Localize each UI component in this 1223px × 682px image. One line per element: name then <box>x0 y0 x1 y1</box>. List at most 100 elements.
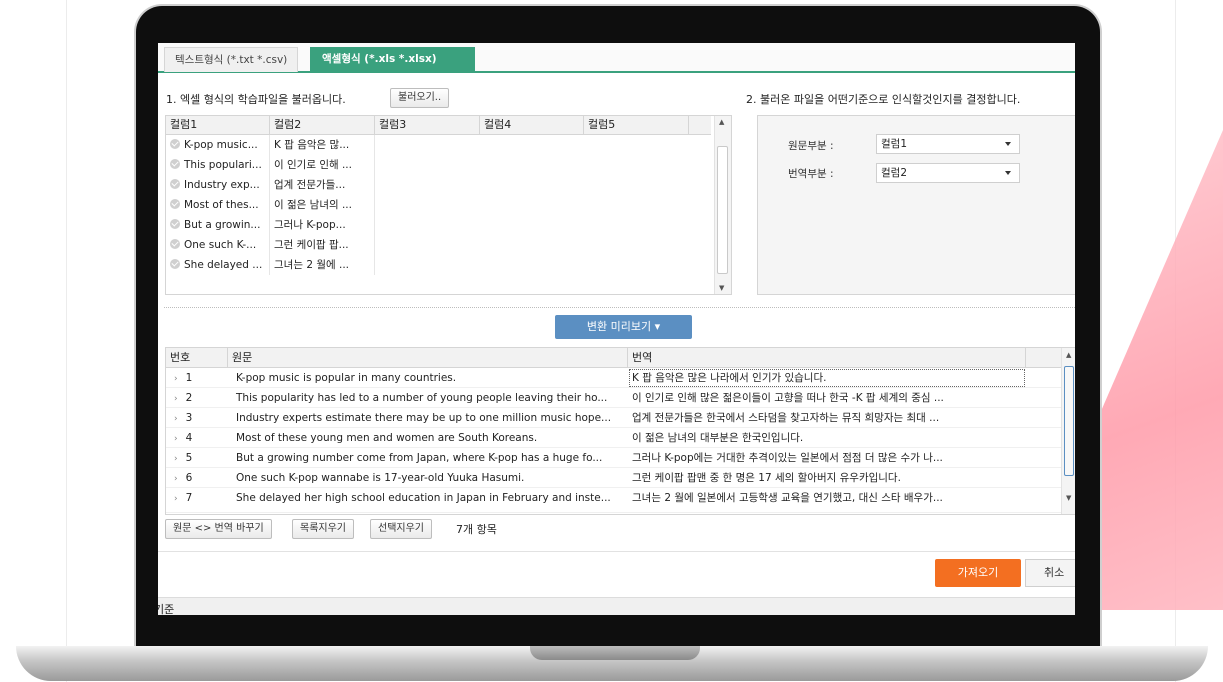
column-header[interactable]: 컬럼2 <box>270 116 375 134</box>
footer-divider <box>158 551 1075 552</box>
table-cell: K-pop music... <box>166 135 270 155</box>
target-cell: 업계 전문가들은 한국에서 스타덤을 찾고자하는 뮤직 희망자는 최대 ... <box>632 412 940 424</box>
background-guide-left <box>66 0 67 682</box>
format-tabs: 텍스트형식 (*.txt *.csv) 액셀형식 (*.xls *.xlsx) <box>158 43 1075 73</box>
column-header[interactable]: 컬럼1 <box>166 116 270 134</box>
check-circle-icon <box>170 219 180 229</box>
table-cell: Industry exp... <box>166 175 270 195</box>
item-count: 7개 항목 <box>456 523 497 536</box>
tab-text-format[interactable]: 텍스트형식 (*.txt *.csv) <box>164 47 299 72</box>
scrollbar-thumb[interactable] <box>1064 366 1074 476</box>
table-row[interactable]: › 4 Most of these young men and women are… <box>166 428 1061 448</box>
target-cell: 이 인기로 인해 많은 젊은이들이 고향을 떠나 한국 -K 팝 세계의 중심 … <box>632 392 944 404</box>
row-number: › 3 <box>174 412 193 424</box>
row-number: › 4 <box>174 432 193 444</box>
source-column-select[interactable]: 컬럼1 <box>876 134 1020 154</box>
grid-header: 번호 원문 번역 <box>166 348 1075 368</box>
mapping-panel: 원문부분 : 컬럼1 번역부분 : 컬럼2 <box>757 115 1075 295</box>
excel-columns-grid: 컬럼1 컬럼2 컬럼3 컬럼4 컬럼5 K-pop music... K 팝 음… <box>165 115 732 295</box>
row-number: › 1 <box>174 372 193 384</box>
load-file-button[interactable]: 불러오기.. <box>390 88 450 108</box>
scroll-down-icon[interactable]: ▼ <box>719 284 724 292</box>
preview-grid: 번호 원문 번역 › 1 K-pop music is popular in ma… <box>165 347 1075 515</box>
table-row[interactable]: › 2 This popularity has led to a number o… <box>166 388 1061 408</box>
check-circle-icon <box>170 239 180 249</box>
grid-header: 컬럼1 컬럼2 컬럼3 컬럼4 컬럼5 <box>166 116 711 135</box>
table-row[interactable]: K-pop music... K 팝 음악은 많... <box>166 135 711 155</box>
column-header[interactable]: 번역 <box>628 348 1026 367</box>
tab-excel-format[interactable]: 액셀형식 (*.xls *.xlsx) <box>310 47 475 71</box>
table-cell: K 팝 음악은 많... <box>270 135 375 155</box>
table-cell: One such K-... <box>166 235 270 255</box>
chevron-right-icon: › <box>174 394 178 404</box>
check-circle-icon <box>170 259 180 269</box>
grid-scrollbar[interactable]: ▲ ▼ <box>714 116 731 294</box>
chevron-right-icon: › <box>174 454 178 464</box>
column-header[interactable]: 컬럼5 <box>584 116 689 134</box>
status-text: 기준 <box>158 603 175 615</box>
table-row[interactable]: › 7 She delayed her high school education… <box>166 488 1061 513</box>
table-cell: 이 젊은 남녀의 ... <box>270 195 375 215</box>
cancel-button[interactable]: 취소 <box>1025 559 1075 587</box>
preview-conversion-button[interactable]: 변환 미리보기 ▾ <box>555 315 692 339</box>
row-number: › 7 <box>174 492 193 504</box>
source-cell: K-pop music is popular in many countries… <box>236 372 457 384</box>
table-row[interactable]: › 1 K-pop music is popular in many countr… <box>166 368 1061 388</box>
table-row[interactable]: This populari... 이 인기로 인해 ... <box>166 155 711 175</box>
check-circle-icon <box>170 179 180 189</box>
check-circle-icon <box>170 199 180 209</box>
target-column-select[interactable]: 컬럼2 <box>876 163 1020 183</box>
clear-list-button[interactable]: 목록지우기 <box>292 519 354 539</box>
chevron-right-icon: › <box>174 374 178 384</box>
row-number: › 2 <box>174 392 193 404</box>
column-header[interactable]: 컬럼3 <box>375 116 480 134</box>
table-row[interactable]: She delayed ... 그녀는 2 월에 ... <box>166 255 711 275</box>
chevron-down-icon <box>1005 171 1011 175</box>
table-row[interactable]: › 5 But a growing number come from Japan,… <box>166 448 1061 468</box>
clear-selected-button[interactable]: 선택지우기 <box>370 519 432 539</box>
column-header[interactable]: 컬럼4 <box>480 116 584 134</box>
step1-label: 1. 엑셀 형식의 학습파일을 불러옵니다. <box>166 93 346 106</box>
source-cell: This popularity has led to a number of y… <box>236 392 608 404</box>
target-cell: 그녀는 2 월에 일본에서 고등학생 교육을 연기했고, 대신 스타 배우가..… <box>632 492 943 504</box>
section-divider <box>164 307 1075 308</box>
table-cell: 그러나 K-pop... <box>270 215 375 235</box>
grid-scrollbar[interactable]: ▲ ▼ <box>1061 348 1075 514</box>
table-row[interactable]: › 3 Industry experts estimate there may b… <box>166 408 1061 428</box>
table-cell: 그런 케이팝 팝... <box>270 235 375 255</box>
scroll-up-icon[interactable]: ▲ <box>719 118 724 126</box>
status-bar: 기준 <box>158 597 1075 615</box>
scroll-down-icon[interactable]: ▼ <box>1066 494 1071 502</box>
source-cell: Most of these young men and women are So… <box>236 432 538 444</box>
table-row[interactable]: Industry exp... 업계 전문가들... <box>166 175 711 195</box>
target-cell: 그러나 K-pop에는 거대한 추격이있는 일본에서 점점 더 많은 수가 나.… <box>632 452 943 464</box>
table-row[interactable]: One such K-... 그런 케이팝 팝... <box>166 235 711 255</box>
chevron-down-icon <box>1005 142 1011 146</box>
table-cell: She delayed ... <box>166 255 270 275</box>
table-cell: Most of thes... <box>166 195 270 215</box>
table-row[interactable]: Most of thes... 이 젊은 남녀의 ... <box>166 195 711 215</box>
chevron-right-icon: › <box>174 434 178 444</box>
column-header[interactable]: 번호 <box>166 348 228 367</box>
source-column-label: 원문부분 : <box>788 140 834 152</box>
import-button[interactable]: 가져오기 <box>935 559 1021 587</box>
table-cell: But a growin... <box>166 215 270 235</box>
target-cell: K 팝 음악은 많은 나라에서 인기가 있습니다. <box>628 368 1026 388</box>
row-number: › 6 <box>174 472 193 484</box>
step2-label: 2. 불러온 파일을 어떤기준으로 인식할것인지를 결정합니다. <box>746 93 1021 106</box>
target-column-label: 번역부분 : <box>788 168 834 180</box>
row-number: › 5 <box>174 452 193 464</box>
scroll-up-icon[interactable]: ▲ <box>1066 351 1071 359</box>
table-row[interactable]: › 6 One such K-pop wannabe is 17-year-old… <box>166 468 1061 488</box>
check-circle-icon <box>170 159 180 169</box>
table-cell: 이 인기로 인해 ... <box>270 155 375 175</box>
source-cell: Industry experts estimate there may be u… <box>236 412 612 424</box>
table-cell: 업계 전문가들... <box>270 175 375 195</box>
table-row[interactable]: But a growin... 그러나 K-pop... <box>166 215 711 235</box>
swap-source-target-button[interactable]: 원문 <> 번역 바꾸기 <box>165 519 272 539</box>
target-cell: 그런 케이팝 팝맨 중 한 명은 17 세의 할아버지 유우카입니다. <box>632 472 901 484</box>
scrollbar-thumb[interactable] <box>717 146 728 274</box>
column-header[interactable]: 원문 <box>228 348 628 367</box>
import-dialog: 텍스트형식 (*.txt *.csv) 액셀형식 (*.xls *.xlsx) … <box>158 43 1075 615</box>
table-cell: This populari... <box>166 155 270 175</box>
